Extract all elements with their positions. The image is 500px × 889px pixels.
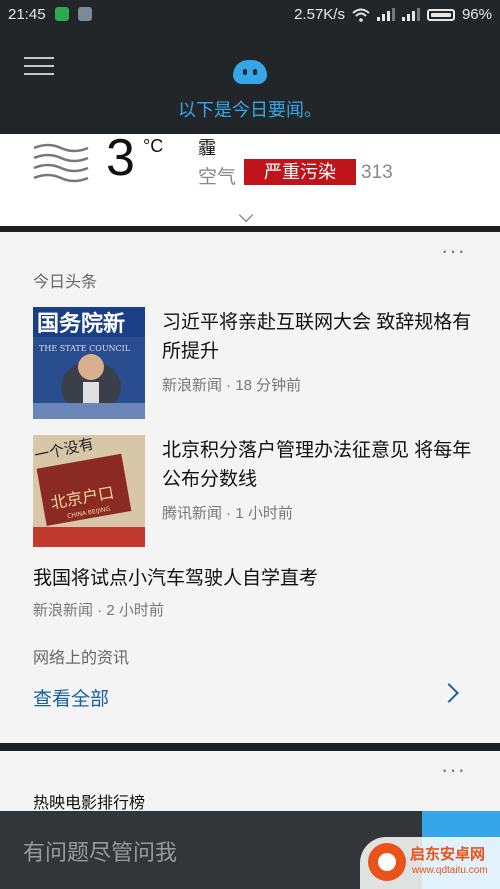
thumb-sub: THE STATE COUNCIL: [39, 344, 131, 353]
wifi-icon: [352, 8, 370, 22]
temperature-unit: °C: [143, 136, 164, 156]
network-speed: 2.57K/s: [294, 6, 345, 23]
aqi-value: 313: [361, 162, 393, 183]
air-quality-badge: 严重污染: [244, 159, 356, 185]
menu-icon[interactable]: [24, 57, 54, 77]
news-card: ··· 今日头条 国务院新 THE STATE COUNCIL 习近平将亲赴互联…: [0, 232, 500, 743]
air-label: 空气: [198, 167, 237, 188]
status-bar: 21:45 2.57K/s 96%: [0, 0, 500, 30]
weather-condition: 霾: [198, 138, 216, 158]
chevron-right-icon[interactable]: [439, 683, 459, 703]
temperature: 3: [106, 129, 135, 187]
battery-icon: [426, 8, 455, 21]
news-source: 腾讯新闻 · 1 小时前: [162, 505, 293, 522]
ask-input[interactable]: 有问题尽管问我: [23, 835, 177, 867]
movie-section-title: 热映电影排行榜: [33, 795, 146, 812]
news-thumbnail[interactable]: 国务院新 THE STATE COUNCIL: [33, 307, 145, 419]
watermark: 启东安卓网 www.qdtaitu.com: [360, 837, 500, 889]
news-headline[interactable]: 北京积分落户管理办法征意见 将每年公布分数线: [162, 436, 472, 494]
signal-icon-2: [401, 8, 420, 21]
more-options-icon[interactable]: ···: [441, 238, 466, 264]
watermark-url: www.qdtaitu.com: [412, 865, 488, 876]
web-news-title: 网络上的资讯: [33, 650, 130, 667]
battery-level: 96%: [461, 6, 492, 23]
movie-card: ··· 热映电影排行榜: [0, 751, 500, 812]
message-notification-icon: [78, 7, 92, 21]
app-notification-icon: [55, 7, 69, 21]
chevron-down-icon[interactable]: [238, 207, 254, 223]
news-headline[interactable]: 习近平将亲赴互联网大会 致辞规格有所提升: [162, 308, 472, 366]
haze-icon: [33, 143, 89, 183]
status-time: 21:45: [8, 6, 46, 23]
watermark-logo: [368, 843, 406, 881]
thumb-text: 国务院新: [37, 311, 125, 337]
signal-icon: [376, 8, 395, 21]
cortana-icon[interactable]: [233, 60, 267, 84]
app-header: 以下是今日要闻。: [0, 30, 500, 134]
see-all-link[interactable]: 查看全部: [33, 684, 109, 711]
news-thumbnail[interactable]: 一个没有 北京户口 CHINA BEIJING: [33, 435, 145, 547]
section-title: 今日头条: [33, 274, 98, 291]
weather-card[interactable]: 3 °C 霾 空气 严重污染 313: [0, 129, 500, 226]
news-source: 新浪新闻 · 2 小时前: [33, 602, 164, 619]
watermark-name: 启东安卓网: [410, 846, 486, 863]
news-source: 新浪新闻 · 18 分钟前: [162, 377, 302, 394]
news-headline[interactable]: 我国将试点小汽车驾驶人自学直考: [33, 564, 473, 593]
more-options-icon[interactable]: ···: [441, 757, 466, 783]
greeting-message: 以下是今日要闻。: [178, 100, 322, 120]
